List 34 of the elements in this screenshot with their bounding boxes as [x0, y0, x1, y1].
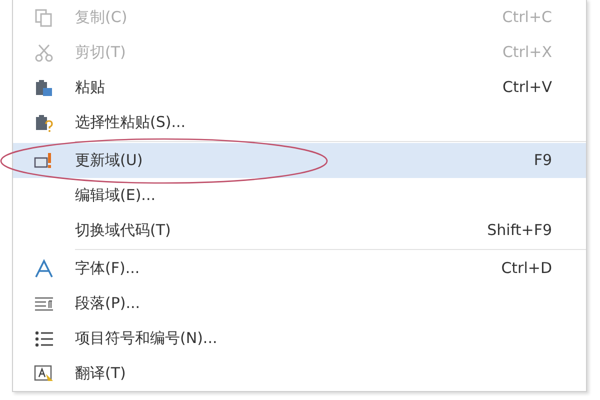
copy-icon	[34, 8, 54, 28]
menu-item[interactable]: 切换域代码(T) Shift+F9	[13, 213, 586, 248]
menu-item[interactable]: 字体(F)... Ctrl+D	[13, 251, 586, 286]
scissors-icon	[34, 42, 54, 62]
menu-item-label: 编辑域(E)...	[75, 186, 156, 204]
menu-item-label: 切换域代码(T)	[75, 221, 171, 240]
shortcut-label: Ctrl+D	[501, 258, 552, 280]
clipboard-icon	[34, 78, 54, 98]
menu-item-label: 字体(F)...	[75, 259, 140, 278]
menu-item-label: 段落(P)...	[75, 294, 140, 312]
refresh-field-icon	[34, 150, 54, 170]
bullet-list-icon	[34, 328, 54, 348]
font-icon	[34, 258, 54, 278]
menu-item[interactable]: 段落(P)...	[13, 286, 586, 321]
menu-item-label: 更新域(U)	[75, 151, 143, 170]
clipboard-question-icon	[34, 112, 54, 132]
menu-item[interactable]: 项目符号和编号(N)...	[13, 321, 586, 356]
menu-item[interactable]: 选择性粘贴(S)...	[13, 105, 586, 140]
shortcut-label: F9	[534, 150, 552, 172]
menu-item[interactable]: 翻译(T)	[13, 356, 586, 391]
shortcut-label: Ctrl+X	[502, 42, 552, 64]
menu-item-label: 选择性粘贴(S)...	[75, 113, 186, 132]
translate-icon	[34, 364, 54, 384]
shortcut-label: Shift+F9	[487, 220, 552, 242]
menu-item-label: 复制(C)	[75, 8, 128, 26]
menu-item[interactable]: 更新域(U) F9	[13, 143, 586, 178]
menu-item[interactable]: 编辑域(E)...	[13, 178, 586, 213]
menu-item-label: 粘贴	[75, 78, 105, 96]
menu-item-label: 项目符号和编号(N)...	[75, 329, 218, 348]
menu-item-label: 剪切(T)	[75, 43, 126, 62]
menu-item-label: 翻译(T)	[75, 364, 126, 382]
shortcut-label: Ctrl+V	[502, 77, 552, 98]
shortcut-label: Ctrl+C	[502, 7, 552, 28]
menu-item[interactable]: 粘贴 Ctrl+V	[13, 70, 586, 105]
